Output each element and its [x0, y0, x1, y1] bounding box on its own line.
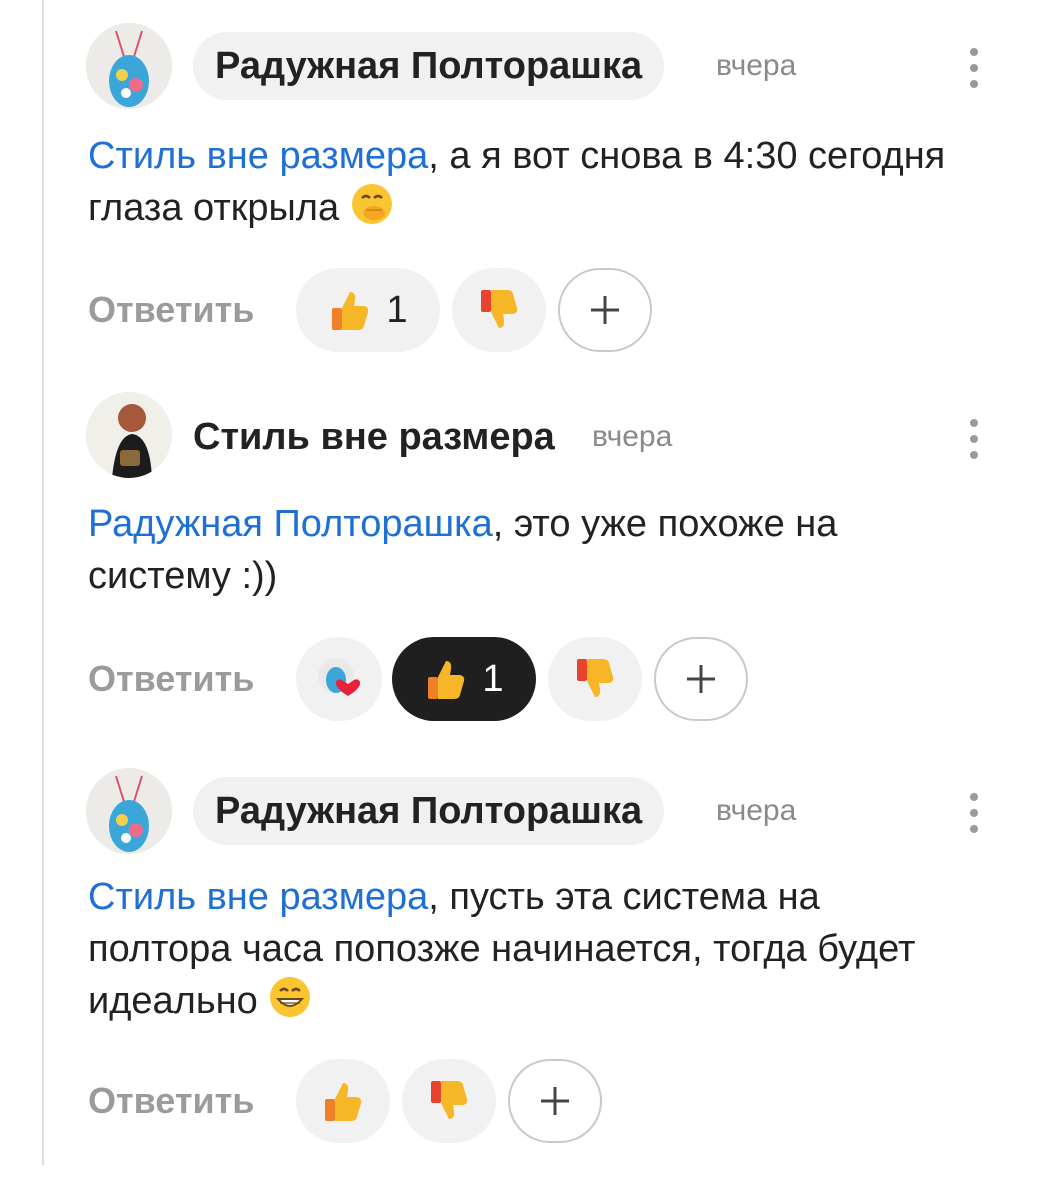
reply-button[interactable]: Ответить — [88, 637, 254, 721]
like-count: 1 — [482, 657, 504, 700]
timestamp: вчера — [716, 794, 797, 827]
mention-link[interactable]: Радужная Полторашка — [88, 503, 493, 545]
grinning-face-icon — [268, 975, 312, 1033]
author-name[interactable]: Стиль вне размера — [193, 403, 555, 471]
avatar[interactable] — [86, 392, 172, 478]
like-count: 1 — [386, 288, 408, 331]
thumbs-down-icon — [477, 288, 521, 332]
reply-button[interactable]: Ответить — [88, 1059, 254, 1143]
avatar[interactable] — [86, 768, 172, 854]
author-reaction-badge[interactable] — [296, 637, 382, 721]
dislike-button[interactable] — [402, 1059, 496, 1143]
comment-text: Стиль вне размера, пусть эта система на … — [88, 871, 968, 1033]
thumbs-up-icon — [321, 1079, 365, 1123]
more-options-icon[interactable] — [964, 793, 984, 833]
add-reaction-button[interactable] — [558, 268, 652, 352]
thumbs-down-icon — [573, 657, 617, 701]
comment-actions: Ответить 1 — [88, 268, 988, 352]
add-reaction-button[interactable] — [654, 637, 748, 721]
thumbs-up-icon — [328, 288, 372, 332]
thread-line — [42, 0, 44, 1165]
more-options-icon[interactable] — [964, 419, 984, 459]
timestamp: вчера — [716, 49, 797, 82]
like-button[interactable] — [296, 1059, 390, 1143]
thumbs-down-icon — [427, 1079, 471, 1123]
reply-button[interactable]: Ответить — [88, 268, 254, 352]
comment-actions: Ответить — [88, 1059, 988, 1143]
like-button-active[interactable]: 1 — [392, 637, 536, 721]
plus-icon — [537, 1083, 573, 1119]
comment-text: Радужная Полторашка, это уже похоже на с… — [88, 498, 968, 602]
comment-header: Радужная Полторашка вчера — [86, 0, 1006, 120]
plus-icon — [587, 292, 623, 328]
dislike-button[interactable] — [452, 268, 546, 352]
reactor-avatar — [314, 654, 364, 704]
more-options-icon[interactable] — [964, 48, 984, 88]
comment-header: Радужная Полторашка вчера — [86, 745, 1006, 865]
thumbs-up-icon — [424, 657, 468, 701]
face-with-hand-over-mouth-icon — [350, 182, 394, 240]
author-name[interactable]: Радужная Полторашка — [193, 32, 665, 100]
timestamp: вчера — [592, 420, 673, 453]
author-name[interactable]: Радужная Полторашка — [193, 777, 665, 845]
mention-link[interactable]: Стиль вне размера — [88, 135, 428, 177]
dislike-button[interactable] — [548, 637, 642, 721]
comment-actions: Ответить 1 — [88, 637, 988, 721]
add-reaction-button[interactable] — [508, 1059, 602, 1143]
mention-link[interactable]: Стиль вне размера — [88, 876, 428, 918]
comment-header: Стиль вне размера вчера — [86, 375, 1006, 495]
plus-icon — [683, 661, 719, 697]
like-button[interactable]: 1 — [296, 268, 440, 352]
avatar[interactable] — [86, 23, 172, 109]
comment-text: Стиль вне размера, а я вот снова в 4:30 … — [88, 130, 968, 240]
